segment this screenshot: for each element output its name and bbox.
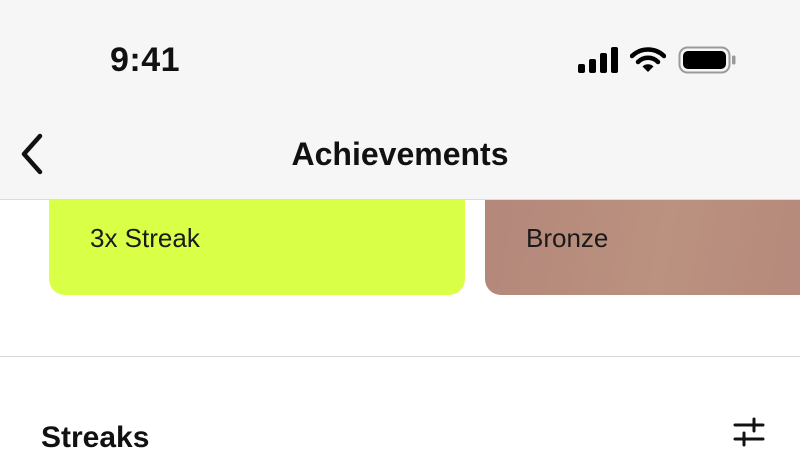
- sliders-icon: [733, 417, 765, 447]
- achievement-label: Bronze: [526, 223, 609, 253]
- achievement-label: 3x Streak: [90, 223, 200, 253]
- status-time: 9:41: [109, 41, 181, 79]
- battery-icon: [678, 46, 736, 74]
- filter-button[interactable]: [728, 414, 770, 450]
- wifi-icon: [630, 47, 666, 73]
- streaks-section-title: Streaks: [41, 421, 150, 454]
- status-icons: [578, 44, 736, 76]
- page-title: Achievements: [291, 136, 509, 172]
- section-divider: [0, 356, 800, 357]
- cellular-signal-icon: [578, 47, 618, 73]
- header: 9:41 Achievements: [0, 0, 800, 200]
